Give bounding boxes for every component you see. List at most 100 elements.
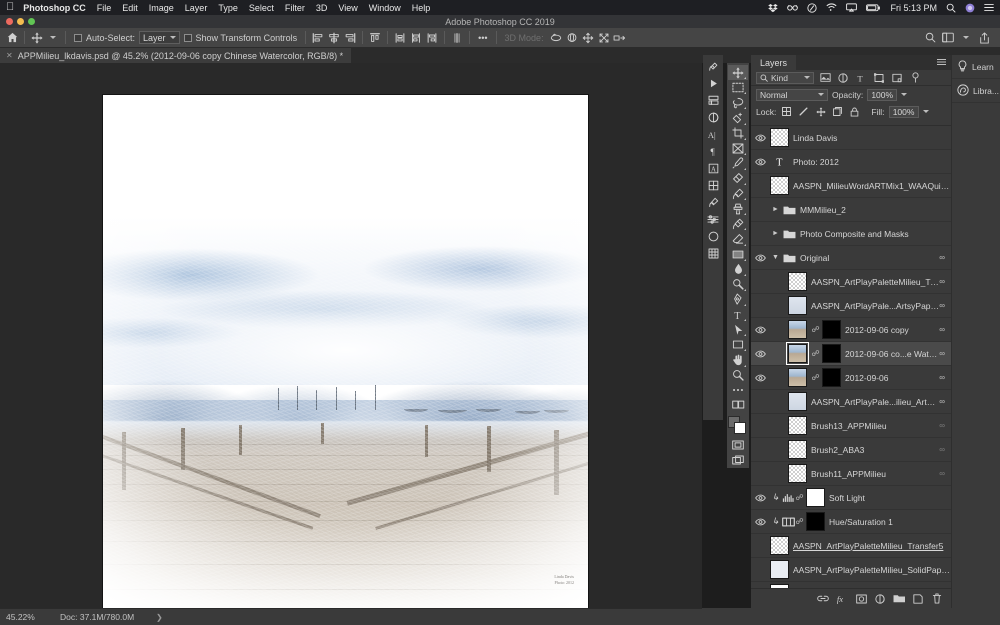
layer-thumbnail[interactable] [786,342,809,365]
document-size[interactable]: Doc: 37.1M/780.0M [60,612,156,622]
layer-name[interactable]: MMMilieu_2 [800,205,951,215]
siri-icon[interactable] [965,3,975,13]
path-selection-tool-icon[interactable] [728,322,748,337]
chevron-down-icon[interactable] [958,30,974,46]
styles-panel-icon[interactable] [703,177,723,194]
mask-link-icon[interactable]: ☍ [795,493,804,502]
workspace-icon[interactable] [940,30,956,46]
chevron-right-icon[interactable]: ❯ [156,613,163,622]
layer-thumbnail[interactable] [788,464,807,483]
layer-name[interactable]: Hue/Saturation 1 [829,517,951,527]
lock-image-pixels-icon[interactable] [797,105,810,118]
layer-filter-kind-select[interactable]: Kind [756,71,814,84]
delete-layer-icon[interactable] [931,593,943,605]
auto-select-checkbox[interactable]: Auto-Select: [70,28,139,48]
visibility-toggle-icon[interactable] [751,438,770,462]
layer-name[interactable]: 2012-09-06 copy [845,325,939,335]
search-icon[interactable] [922,30,938,46]
hue-saturation-adjustment-icon[interactable] [781,517,795,527]
apple-icon[interactable]:  [6,2,14,13]
image-canvas[interactable]: Linda Davis Photo: 2012 [103,95,588,612]
color-panel-icon[interactable] [703,109,723,126]
wifi-icon[interactable] [826,3,838,12]
mask-link-icon[interactable]: ☍ [811,373,820,382]
type-filter-icon[interactable]: T [854,71,868,84]
visibility-toggle-icon[interactable] [751,558,770,582]
visibility-toggle-icon[interactable] [751,318,770,342]
menu-item-edit[interactable]: Edit [122,3,138,13]
color-swatches[interactable] [728,415,748,434]
document-canvas-area[interactable]: Linda Davis Photo: 2012 [0,63,702,612]
visibility-toggle-icon[interactable] [751,486,770,510]
table-row[interactable]: ► MMMilieu_2 [751,198,951,222]
visibility-toggle-icon[interactable] [751,342,770,366]
glyphs-panel-icon[interactable]: A [703,160,723,177]
grid-panel-icon[interactable] [703,245,723,262]
color-wheel-icon[interactable] [703,228,723,245]
history-brush-panel-icon[interactable] [703,58,723,75]
layer-thumbnail[interactable] [788,368,807,387]
menu-item-3d[interactable]: 3D [316,3,328,13]
edit-toolbar-icon[interactable] [728,383,748,398]
frame-tool-icon[interactable] [728,141,748,156]
history-brush-tool-icon[interactable] [728,216,748,231]
zoom-level[interactable]: 45.22% [0,612,60,622]
brush-tool-icon[interactable] [728,186,748,201]
add-layer-mask-icon[interactable] [855,593,867,605]
table-row[interactable]: T Photo: 2012 [751,150,951,174]
table-row[interactable]: Brush11_APPMilieu ∞ [751,462,951,486]
menubar-clock[interactable]: Fri 5:13 PM [890,3,937,13]
menu-item-filter[interactable]: Filter [285,3,305,13]
visibility-toggle-icon[interactable] [751,462,770,486]
mask-link-icon[interactable]: ☍ [811,349,820,358]
layer-name[interactable]: AASPN_MilieuWordARTMix1_WAAQuietPlace [793,181,951,191]
roll-3d-icon[interactable] [564,30,580,46]
document-tab[interactable]: ✕ APPMilieu_lkdavis.psd @ 45.2% (2012-09… [0,48,352,63]
dropbox-icon[interactable] [768,3,779,13]
menu-item-help[interactable]: Help [412,3,431,13]
move-tool-dropdown-icon[interactable] [45,30,61,46]
layer-name[interactable]: 2012-09-06 [845,373,939,383]
table-row[interactable]: ▼ Original ∞ [751,246,951,270]
table-row[interactable]: ↳ ☍ Hue/Saturation 1 [751,510,951,534]
fill-chevron-down-icon[interactable] [922,110,929,113]
rectangle-tool-icon[interactable] [728,337,748,352]
adjustment-filter-icon[interactable] [836,71,850,84]
table-row[interactable]: AASPN_ArtPlayPale...ilieu_ArtsyPaper5 ∞ [751,390,951,414]
menu-app-name[interactable]: Photoshop CC [23,3,86,13]
quick-mask-toggle-icon[interactable] [728,398,748,413]
align-left-edges-icon[interactable] [310,30,326,46]
screen-mode-icon[interactable] [728,453,748,468]
search-icon[interactable] [946,3,956,13]
layer-thumbnail[interactable] [770,128,789,147]
layer-thumbnail[interactable] [788,392,807,411]
eyedropper-tool-icon[interactable] [728,156,748,171]
rotate-3d-icon[interactable] [548,30,564,46]
table-row[interactable]: Brush2_ABA3 ∞ [751,438,951,462]
tab-layers[interactable]: Layers [751,55,797,70]
visibility-toggle-icon[interactable] [751,414,770,438]
table-row[interactable]: ► Photo Composite and Masks [751,222,951,246]
table-row[interactable]: ☍ 2012-09-06 co...e Watercolor ∞ [751,342,951,366]
layer-name[interactable]: AASPN_ArtPlayPaletteMilieu_SolidPaper2 [793,565,951,575]
visibility-toggle-icon[interactable] [751,198,770,222]
new-group-icon[interactable] [893,593,905,605]
visibility-toggle-icon[interactable] [751,150,770,174]
layer-name[interactable]: AASPN_ArtPlayPale...ilieu_ArtsyPaper5 [811,397,939,407]
layer-name[interactable]: 2012-09-06 co...e Watercolor [845,349,939,359]
visibility-toggle-icon[interactable] [751,174,770,198]
layer-name[interactable]: AASPN_ArtPlayPaletteMilieu_Transfer5 [793,541,951,551]
lock-all-icon[interactable] [848,105,861,118]
eyeglass-icon[interactable] [787,3,799,12]
more-options-button[interactable]: ••• [474,28,491,48]
move-tool-icon[interactable] [29,30,45,46]
paragraph-panel-icon[interactable]: ¶ [703,143,723,160]
layer-name[interactable]: AASPN_ArtPlayPaletteMilieu_Transfer2 [811,277,939,287]
scale-3d-icon[interactable] [612,30,628,46]
layer-name[interactable]: Photo Composite and Masks [800,229,951,239]
timeline-panel-icon[interactable] [703,211,723,228]
visibility-toggle-icon[interactable] [751,246,770,270]
rail-item-libraries[interactable]: Libra... [952,79,1000,103]
visibility-toggle-icon[interactable] [751,390,770,414]
layer-mask-thumbnail[interactable] [822,344,841,363]
